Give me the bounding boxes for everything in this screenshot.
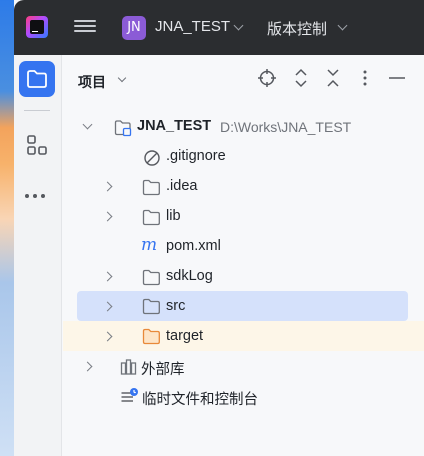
folder-icon	[27, 70, 47, 88]
tree-row-external-libraries[interactable]: 外部库	[77, 352, 408, 382]
project-panel: 项目 JNA_TEST D:\Works\JNA_TEST .gitignore…	[63, 55, 424, 456]
tree-row-scratches[interactable]: 临时文件和控制台	[77, 382, 408, 412]
node-label: .gitignore	[166, 148, 226, 164]
chevron-right-icon[interactable]	[82, 361, 93, 372]
options-menu-button[interactable]	[354, 67, 376, 89]
expand-all-button[interactable]	[290, 67, 312, 89]
node-label: sdkLog	[166, 268, 213, 284]
structure-icon	[27, 135, 47, 155]
tree-row-sdklog[interactable]: sdkLog	[77, 262, 408, 292]
scratches-icon	[121, 388, 138, 402]
maven-icon: m	[141, 235, 158, 255]
more-tools-button[interactable]	[25, 183, 51, 198]
chevron-right-icon[interactable]	[102, 211, 113, 222]
tree-row-pom[interactable]: m pom.xml	[77, 232, 408, 262]
node-label: lib	[166, 208, 181, 224]
project-selector[interactable]: JNA_TEST	[155, 18, 230, 35]
chevron-right-icon[interactable]	[102, 331, 113, 342]
chevron-right-icon[interactable]	[102, 301, 113, 312]
divider	[24, 110, 50, 111]
node-label: src	[166, 298, 186, 314]
chevron-down-icon[interactable]	[233, 20, 244, 31]
minimize-icon	[389, 77, 405, 79]
hide-panel-button[interactable]	[386, 67, 408, 89]
chevron-down-icon[interactable]	[337, 20, 348, 31]
crosshair-icon	[258, 69, 276, 87]
root-path: D:\Works\JNA_TEST	[220, 119, 352, 135]
tree-row-src[interactable]: src	[77, 291, 408, 321]
locate-file-button[interactable]	[256, 67, 278, 89]
panel-title[interactable]: 项目	[78, 72, 106, 92]
intellij-logo-icon[interactable]	[26, 16, 48, 38]
tool-window-strip	[14, 55, 62, 456]
title-bar: JN JNA_TEST 版本控制	[14, 0, 424, 55]
tree-row-idea[interactable]: .idea	[77, 172, 408, 202]
project-badge[interactable]: JN	[122, 16, 146, 40]
more-vertical-icon	[363, 70, 367, 86]
node-label: 临时文件和控制台	[142, 392, 258, 408]
node-label: .idea	[166, 178, 198, 194]
desktop-background	[0, 0, 14, 456]
library-icon	[120, 359, 137, 375]
chevron-right-icon[interactable]	[102, 181, 113, 192]
chevron-down-icon[interactable]	[117, 73, 127, 83]
chevron-right-icon[interactable]	[102, 271, 113, 282]
gitignore-icon	[144, 150, 160, 166]
folder-icon	[142, 179, 160, 196]
tree-row-gitignore[interactable]: .gitignore	[77, 142, 408, 172]
tree-root-row[interactable]: JNA_TEST D:\Works\JNA_TEST	[77, 112, 408, 142]
expand-all-icon	[295, 68, 307, 88]
node-label: pom.xml	[166, 238, 221, 254]
vcs-menu[interactable]: 版本控制	[267, 18, 327, 39]
folder-icon	[142, 209, 160, 226]
excluded-folder-icon	[142, 328, 160, 345]
folder-icon	[142, 269, 160, 286]
collapse-all-icon	[327, 69, 339, 87]
chevron-down-icon[interactable]	[82, 119, 93, 130]
tree-row-lib[interactable]: lib	[77, 202, 408, 232]
collapse-all-button[interactable]	[322, 67, 344, 89]
folder-icon	[142, 298, 160, 315]
node-label: 外部库	[141, 362, 185, 378]
root-label: JNA_TEST	[137, 118, 212, 134]
node-label: target	[166, 328, 204, 344]
project-tool-button[interactable]	[19, 61, 55, 97]
module-folder-icon	[114, 120, 132, 137]
tree-row-target[interactable]: target	[63, 321, 424, 351]
structure-tool-button[interactable]	[26, 134, 48, 156]
ide-window: JN JNA_TEST 版本控制 项目 JNA_TEST D:\Works\JN…	[14, 0, 424, 456]
main-menu-button[interactable]	[74, 17, 96, 37]
